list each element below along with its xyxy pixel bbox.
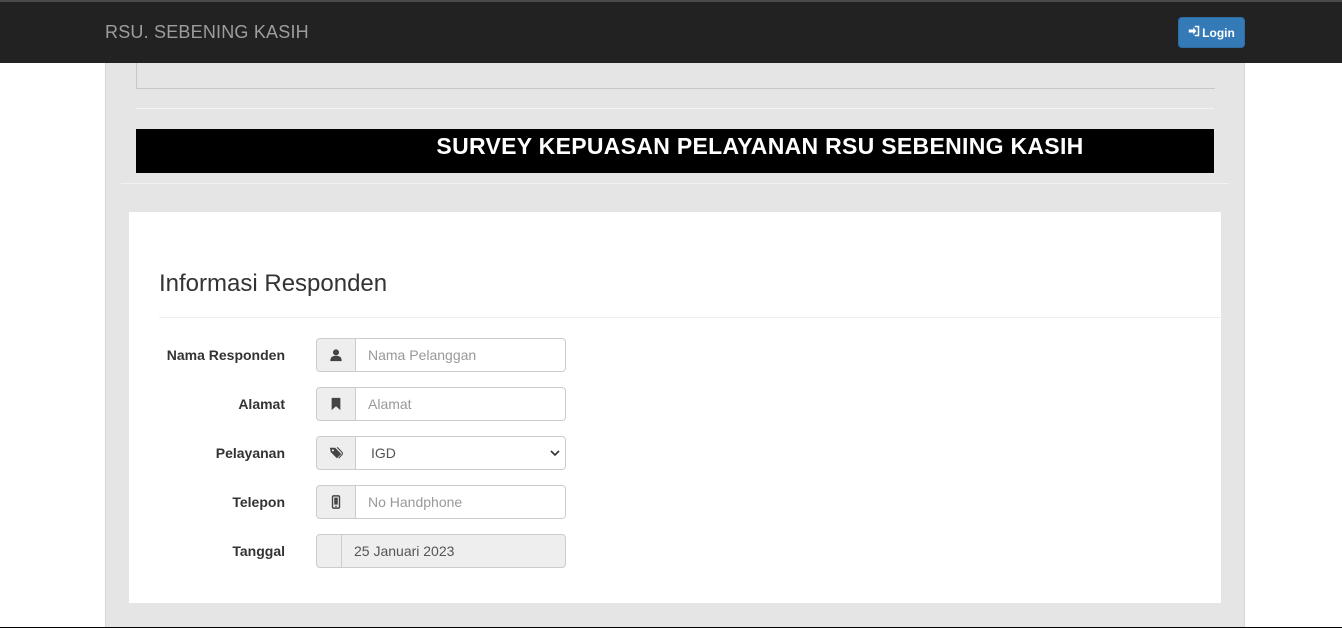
bookmark-icon xyxy=(316,387,356,421)
form-row-tanggal: Tanggal 25 Januari 2023 xyxy=(159,534,759,568)
nama-label: Nama Responden xyxy=(166,347,285,363)
panel-title: Informasi Responden xyxy=(159,270,388,297)
brand-title[interactable]: RSU. SEBENING KASIH xyxy=(105,22,309,43)
phone-icon xyxy=(316,485,356,519)
form-row-nama: Nama Responden xyxy=(159,338,759,372)
nama-input[interactable] xyxy=(356,338,566,372)
tanggal-label: Tanggal xyxy=(232,543,285,559)
pelayanan-select-group: IGD xyxy=(316,436,566,470)
login-button[interactable]: Login xyxy=(1178,17,1245,48)
divider xyxy=(121,183,1229,184)
form-row-alamat: Alamat xyxy=(159,387,759,421)
respondent-panel: Informasi Responden Nama Responden Alama… xyxy=(129,212,1221,603)
pelayanan-selected[interactable]: IGD xyxy=(356,436,566,470)
alamat-input[interactable] xyxy=(356,387,566,421)
survey-banner: SURVEY KEPUASAN PELAYANAN RSU SEBENING K… xyxy=(136,129,1214,173)
main-container: SURVEY KEPUASAN PELAYANAN RSU SEBENING K… xyxy=(105,63,1245,628)
divider xyxy=(136,108,1214,109)
form-row-pelayanan: Pelayanan IGD xyxy=(159,436,759,470)
user-icon xyxy=(316,338,356,372)
tanggal-field: 25 Januari 2023 xyxy=(342,534,566,568)
panel-divider xyxy=(159,317,1221,318)
telepon-label: Telepon xyxy=(232,494,285,510)
alamat-input-group xyxy=(316,387,566,421)
top-box xyxy=(136,63,1215,89)
alamat-label: Alamat xyxy=(238,396,285,412)
telepon-input-group xyxy=(316,485,566,519)
form-row-telepon: Telepon xyxy=(159,485,759,519)
navbar: RSU. SEBENING KASIH Login xyxy=(0,0,1342,63)
login-button-label: Login xyxy=(1202,25,1235,40)
sign-in-icon xyxy=(1188,25,1200,40)
tags-icon xyxy=(316,436,356,470)
telepon-input[interactable] xyxy=(356,485,566,519)
pelayanan-label: Pelayanan xyxy=(215,445,285,461)
pelayanan-select[interactable]: IGD xyxy=(356,436,566,470)
tanggal-addon xyxy=(316,534,342,568)
tanggal-input-group: 25 Januari 2023 xyxy=(316,534,566,568)
nama-input-group xyxy=(316,338,566,372)
